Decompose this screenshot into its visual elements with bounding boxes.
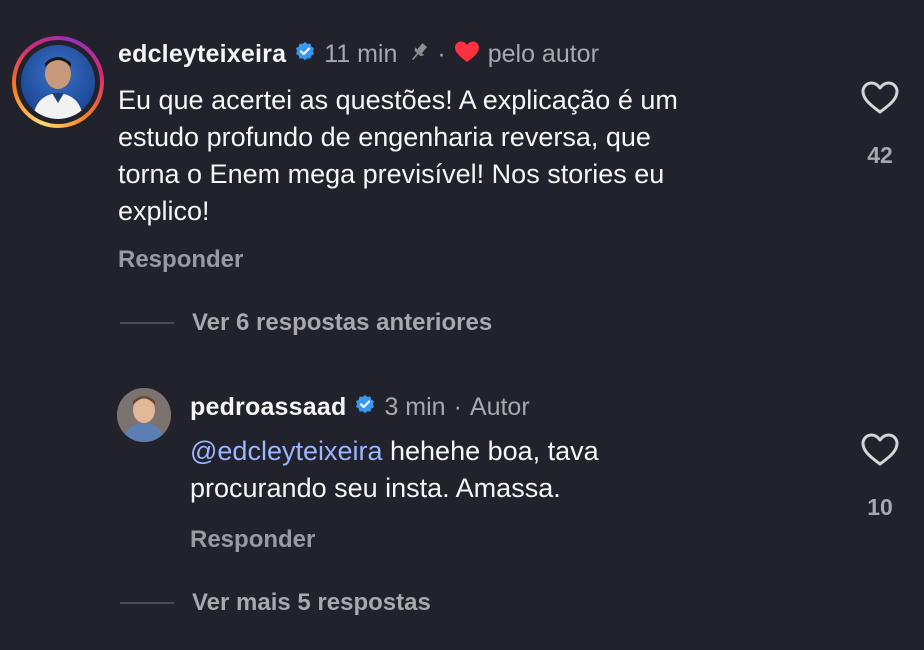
comment-body: Eu que acertei as questões! A explicação… (118, 82, 678, 230)
comment-username[interactable]: pedroassaad (190, 393, 346, 422)
heart-outline-icon[interactable] (860, 433, 900, 472)
avatar (21, 45, 95, 119)
mention-link[interactable]: @edcleyteixeira (190, 436, 383, 466)
avatar-story-ring[interactable] (12, 36, 104, 128)
meta-separator: · (453, 392, 462, 421)
comment-text-line: @edcleyteixeira hehehe boa, tava (190, 433, 599, 470)
liked-by-author-label: pelo autor (487, 39, 599, 68)
thread-line (120, 322, 174, 324)
pin-icon (407, 40, 431, 69)
view-previous-replies-button[interactable]: Ver 6 respostas anteriores (192, 309, 492, 337)
like-count: 42 (867, 142, 893, 168)
avatar[interactable] (117, 388, 171, 442)
verified-badge-icon (354, 394, 376, 421)
comment-text-line: explico! (118, 196, 210, 226)
comment-username[interactable]: edcleyteixeira (118, 40, 286, 69)
verified-badge-icon (294, 41, 316, 68)
comment-time: 11 min (324, 39, 398, 68)
like-button[interactable] (860, 432, 900, 473)
reply-button[interactable]: Responder (190, 526, 315, 554)
view-more-replies-button[interactable]: Ver mais 5 respostas (192, 589, 431, 617)
comment-body: @edcleyteixeira hehehe boa, tava procura… (190, 433, 599, 507)
comment-text-line: Eu que acertei as questões! A explicação… (118, 85, 678, 115)
heart-outline-icon[interactable] (860, 81, 900, 120)
like-count: 10 (867, 494, 893, 520)
reply-button[interactable]: Responder (118, 246, 243, 274)
like-button[interactable] (860, 80, 900, 121)
author-tag: Autor (469, 392, 530, 421)
comment-text-line: torna o Enem mega previsível! Nos storie… (118, 159, 665, 189)
comment-text: hehehe boa, tava (382, 436, 599, 466)
thread-line (120, 602, 174, 604)
comment-text-line: estudo profundo de engenharia reversa, q… (118, 122, 651, 152)
comment-time: 3 min (384, 392, 446, 421)
comment-text-line: procurando seu insta. Amassa. (190, 473, 561, 503)
heart-filled-icon (454, 40, 480, 69)
meta-separator: · (437, 39, 446, 68)
